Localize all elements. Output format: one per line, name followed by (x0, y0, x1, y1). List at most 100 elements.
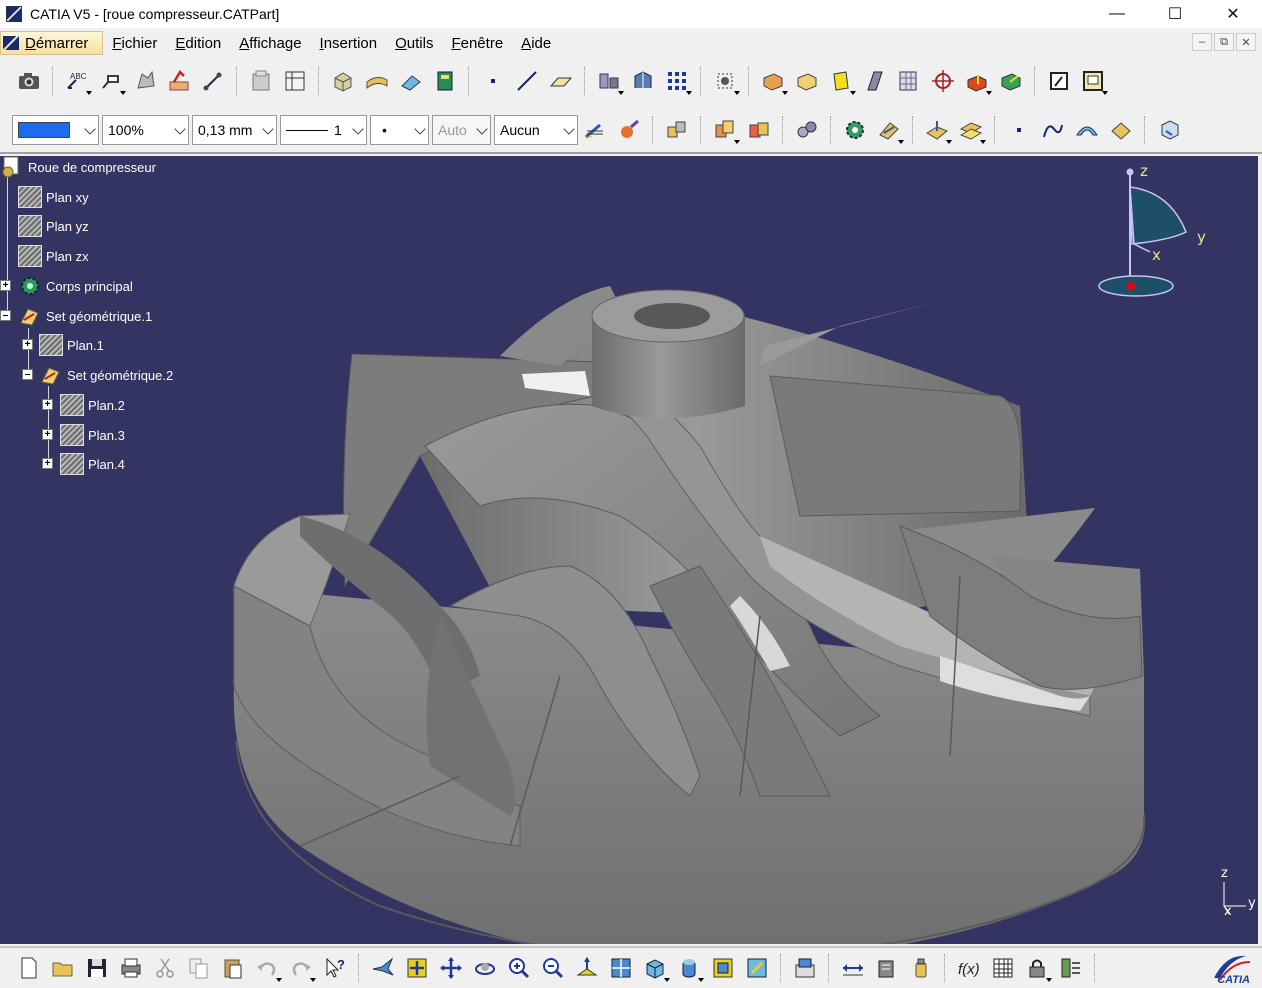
fit-all-icon[interactable] (708, 64, 742, 98)
stiffener-icon[interactable] (892, 64, 926, 98)
part-body-icon[interactable] (326, 64, 360, 98)
paste-icon[interactable] (216, 951, 250, 985)
tree-item-corps-principal[interactable]: Corps principal (18, 275, 133, 297)
measure-item-icon[interactable] (162, 64, 196, 98)
menu-aide[interactable]: Aide (512, 35, 560, 52)
open-folder-icon[interactable] (46, 951, 80, 985)
tree-root[interactable]: Roue de compresseur (0, 156, 156, 178)
point-type-selector[interactable]: • (370, 115, 429, 145)
flag-note-icon[interactable] (94, 64, 128, 98)
copy-icon[interactable] (182, 951, 216, 985)
eraser-icon[interactable] (394, 64, 428, 98)
solid-red-icon[interactable] (960, 64, 994, 98)
pad-icon[interactable] (756, 64, 790, 98)
measure-between-icon[interactable] (196, 64, 230, 98)
3d-compass[interactable]: z y x (1090, 162, 1220, 312)
expand-toggle[interactable]: + (42, 429, 53, 440)
arc-surface-icon[interactable] (1070, 113, 1104, 147)
assembly-icon[interactable] (660, 113, 694, 147)
minimize-button[interactable]: — (1088, 0, 1146, 28)
normal-view-icon[interactable] (570, 951, 604, 985)
surface-join-icon[interactable] (954, 113, 988, 147)
expand-toggle[interactable]: + (22, 339, 33, 350)
collapse-toggle[interactable]: – (0, 310, 11, 321)
analysis-gear-icon[interactable] (838, 113, 872, 147)
measure-distance-icon[interactable] (836, 951, 870, 985)
whats-this-icon[interactable]: ? (318, 951, 352, 985)
tree-item-plan-4[interactable]: Plan.4 (60, 453, 125, 475)
expand-toggle[interactable]: + (42, 399, 53, 410)
solid-green-icon[interactable] (994, 64, 1028, 98)
undo-icon[interactable] (250, 951, 284, 985)
curve-icon[interactable] (1036, 113, 1070, 147)
line-thickness-selector[interactable]: 0,13 mm (192, 115, 277, 145)
tree-item-plan-xy[interactable]: Plan xy (18, 186, 89, 208)
close-button[interactable]: ✕ (1204, 0, 1262, 28)
pocket-icon[interactable] (790, 64, 824, 98)
menu-fenetre[interactable]: Fenêtre (442, 35, 512, 52)
zoom-out-icon[interactable] (536, 951, 570, 985)
tree-item-plan-1[interactable]: Plan.1 (39, 334, 104, 356)
3d-view-icon[interactable] (1152, 113, 1186, 147)
doc-restore-button[interactable]: ⧉ (1214, 33, 1234, 51)
capture-camera-icon[interactable] (12, 64, 46, 98)
menu-affichage[interactable]: Affichage (230, 35, 310, 52)
hide-show-icon[interactable] (706, 951, 740, 985)
rotate-icon[interactable] (468, 951, 502, 985)
expand-toggle[interactable]: + (0, 280, 11, 291)
catalog-browser-icon[interactable] (244, 64, 278, 98)
exit-workbench-icon[interactable] (1076, 64, 1110, 98)
line-type-selector[interactable]: 1 (280, 115, 367, 145)
layer-selector[interactable]: Aucun (494, 115, 578, 145)
zoom-in-icon[interactable] (502, 951, 536, 985)
fit-all-in-icon[interactable] (400, 951, 434, 985)
redo-icon[interactable] (284, 951, 318, 985)
doc-close-button[interactable]: ✕ (1236, 33, 1256, 51)
shading-icon[interactable] (672, 951, 706, 985)
design-table-icon[interactable] (986, 951, 1020, 985)
knowledge-icon[interactable] (626, 64, 660, 98)
rib-icon[interactable] (858, 64, 892, 98)
new-file-icon[interactable] (12, 951, 46, 985)
surface-icon[interactable] (360, 64, 394, 98)
fly-mode-icon[interactable] (366, 951, 400, 985)
tree-item-plan-zx[interactable]: Plan zx (18, 245, 89, 267)
text-annotation-icon[interactable]: ABC (60, 64, 94, 98)
boolean-add-icon[interactable] (708, 113, 742, 147)
measure-inertia-icon[interactable] (870, 951, 904, 985)
boolean-remove-icon[interactable] (742, 113, 776, 147)
plane-tool-icon[interactable] (544, 64, 578, 98)
formula-fx-icon[interactable]: f(x) (952, 951, 986, 985)
point-icon[interactable] (476, 64, 510, 98)
iso-view-icon[interactable] (638, 951, 672, 985)
expand-toggle[interactable]: + (42, 458, 53, 469)
tree-item-set-geometrique-2[interactable]: Set géométrique.2 (39, 364, 173, 386)
transparency-selector[interactable]: 100% (102, 115, 189, 145)
start-menu[interactable]: Démarrer (0, 31, 104, 55)
book-icon[interactable] (428, 64, 462, 98)
hybrid-design-icon[interactable] (592, 64, 626, 98)
point-small-icon[interactable] (1002, 113, 1036, 147)
rules-icon[interactable] (1054, 951, 1088, 985)
shaft-icon[interactable] (824, 64, 858, 98)
tree-item-plan-2[interactable]: Plan.2 (60, 394, 125, 416)
print-icon[interactable] (114, 951, 148, 985)
color-selector[interactable] (12, 115, 99, 145)
menu-insertion[interactable]: Insertion (311, 35, 387, 52)
pattern-grid-icon[interactable] (660, 64, 694, 98)
line-icon[interactable] (510, 64, 544, 98)
multi-view-icon[interactable] (604, 951, 638, 985)
formula-bottle-icon[interactable] (904, 951, 938, 985)
table-icon[interactable] (278, 64, 312, 98)
painter-brush-icon[interactable] (578, 113, 612, 147)
pan-icon[interactable] (434, 951, 468, 985)
axis-target-icon[interactable] (926, 64, 960, 98)
menu-fichier[interactable]: Fichier (103, 35, 166, 52)
sketch-icon[interactable] (1042, 64, 1076, 98)
maximize-button[interactable]: ☐ (1146, 0, 1204, 28)
swap-visible-space-icon[interactable] (740, 951, 774, 985)
format-painter-icon[interactable] (612, 113, 646, 147)
catia-app-icon[interactable] (6, 6, 22, 22)
collapse-toggle[interactable]: – (22, 369, 33, 380)
save-icon[interactable] (80, 951, 114, 985)
